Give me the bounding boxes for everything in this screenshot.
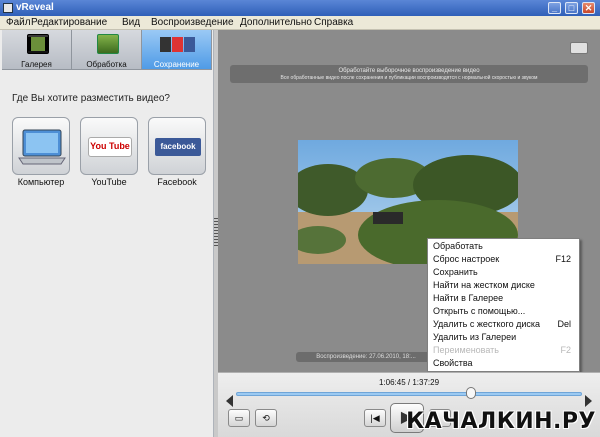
ctx-label: Удалить из Галереи	[433, 332, 517, 342]
ctx-delete-from-disk[interactable]: Удалить с жесткого диска Del	[428, 318, 579, 331]
info-notice: Обработайте выборочное воспроизведение в…	[230, 65, 588, 83]
ctx-label: Сброс настроек	[433, 254, 500, 264]
ctx-enhance[interactable]: Обработать	[428, 240, 579, 253]
youtube-destination-button[interactable]: You Tube	[80, 117, 138, 175]
youtube-logo-text: You Tube	[90, 141, 130, 151]
ctx-shortcut: F12	[555, 254, 571, 264]
tab-save[interactable]: Сохранение	[142, 30, 212, 70]
title-bar: vReveal _ □ ✕	[0, 0, 600, 16]
menu-view[interactable]: Вид	[122, 17, 140, 28]
ctx-properties[interactable]: Свойства	[428, 357, 579, 370]
facebook-icon: facebook	[155, 138, 201, 156]
ctx-label: Открыть с помощью...	[433, 306, 526, 316]
computer-icon	[18, 129, 66, 165]
ctx-open-with[interactable]: Открыть с помощью...	[428, 305, 579, 318]
timeline-thumb[interactable]	[466, 387, 477, 399]
close-button[interactable]: ✕	[582, 2, 595, 14]
menu-file[interactable]: Файл	[6, 17, 31, 28]
computer-label: Компьютер	[17, 177, 65, 187]
maximize-button[interactable]: □	[565, 2, 578, 14]
menu-edit[interactable]: Редактирование	[31, 17, 107, 28]
tab-enhance[interactable]: Обработка	[72, 30, 142, 70]
loop-button[interactable]: ⟲	[255, 409, 277, 427]
ctx-label: Удалить с жесткого диска	[433, 319, 541, 329]
trim-start-icon[interactable]	[226, 395, 233, 407]
ctx-remove-from-gallery[interactable]: Удалить из Галереи	[428, 331, 579, 344]
previous-frame-button[interactable]: |◀	[364, 409, 386, 427]
vreveal-window: vReveal _ □ ✕ Файл Редактирование Вид Во…	[0, 0, 600, 437]
ctx-label: Свойства	[433, 358, 473, 368]
snapshot-camera-icon[interactable]	[570, 42, 588, 54]
ctx-label: Обработать	[433, 241, 483, 251]
computer-destination-button[interactable]	[12, 117, 70, 175]
ctx-label: Сохранить	[433, 267, 478, 277]
video-caption: Воспроизведение: 27.06.2010, 18:...	[296, 352, 436, 362]
tab-enhance-label: Обработка	[86, 60, 127, 69]
ctx-label: Найти на жестком диске	[433, 280, 535, 290]
minimize-button[interactable]: _	[548, 2, 561, 14]
menu-playback[interactable]: Воспроизведение	[151, 17, 234, 28]
ctx-find-in-gallery[interactable]: Найти в Галерее	[428, 292, 579, 305]
destination-question: Где Вы хотите разместить видео?	[12, 93, 170, 104]
ctx-save[interactable]: Сохранить	[428, 266, 579, 279]
view-mode-button[interactable]: ▭	[228, 409, 250, 427]
ctx-rename: Переименовать F2	[428, 344, 579, 357]
context-menu: Обработать Сброс настроек F12 Сохранить Н…	[427, 238, 580, 372]
ctx-find-on-disk[interactable]: Найти на жестком диске	[428, 279, 579, 292]
gallery-icon	[27, 34, 49, 54]
tab-gallery[interactable]: Галерея	[2, 30, 72, 70]
notice-line-2: Все обработанные видео после сохранения …	[280, 75, 538, 81]
ctx-shortcut: F2	[560, 345, 571, 355]
timeline-track[interactable]	[236, 392, 582, 396]
menu-extra[interactable]: Дополнительно	[240, 17, 312, 28]
left-panel: Галерея Обработка Сохранение Где Вы хоти…	[0, 30, 214, 437]
youtube-icon: You Tube	[88, 137, 132, 157]
facebook-destination-button[interactable]: facebook	[148, 117, 206, 175]
ctx-label: Переименовать	[433, 345, 499, 355]
enhance-icon	[97, 34, 119, 54]
ctx-label: Найти в Галерее	[433, 293, 504, 303]
menu-bar: Файл Редактирование Вид Воспроизведение …	[0, 16, 600, 30]
ctx-reset-settings[interactable]: Сброс настроек F12	[428, 253, 579, 266]
timecode: 1:06:45 / 1:37:29	[378, 378, 440, 387]
app-icon	[3, 3, 13, 13]
ctx-shortcut: Del	[557, 319, 571, 329]
tab-gallery-label: Галерея	[21, 60, 52, 69]
notice-line-1: Обработайте выборочное воспроизведение в…	[338, 68, 480, 74]
watermark-text: КАЧАЛКИН.РУ	[406, 409, 596, 434]
menu-help[interactable]: Справка	[314, 17, 353, 28]
trim-end-icon[interactable]	[585, 395, 592, 407]
facebook-label: Facebook	[157, 177, 197, 187]
window-title: vReveal	[16, 2, 54, 13]
save-icon	[160, 34, 196, 54]
facebook-logo-text: facebook	[160, 142, 196, 151]
tab-save-label: Сохранение	[153, 60, 200, 69]
youtube-label: YouTube	[91, 177, 127, 187]
